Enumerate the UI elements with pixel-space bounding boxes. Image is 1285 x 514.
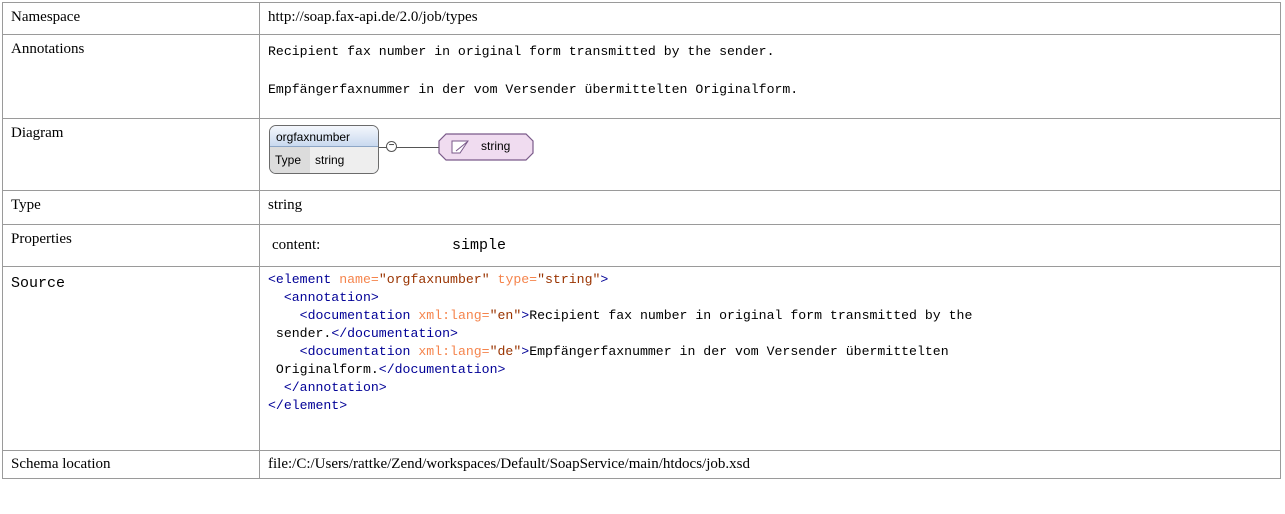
- namespace-value: http://soap.fax-api.de/2.0/job/types: [259, 2, 1281, 35]
- row-diagram: Diagram orgfaxnumber Type string − strin…: [2, 118, 1281, 191]
- schema-location-value: file:/C:/Users/rattke/Zend/workspaces/De…: [259, 450, 1281, 479]
- row-source: Source <element name="orgfaxnumber" type…: [2, 266, 1281, 451]
- row-schema-location: Schema location file:/C:/Users/rattke/Ze…: [2, 450, 1281, 479]
- properties-label: Properties: [2, 224, 260, 267]
- schema-element-doc-table: Namespace http://soap.fax-api.de/2.0/job…: [2, 2, 1281, 479]
- schema-location-label: Schema location: [2, 450, 260, 479]
- properties-key: content:: [272, 237, 321, 253]
- properties-content-value: simple: [452, 237, 507, 254]
- element-box[interactable]: orgfaxnumber Type string: [269, 125, 379, 174]
- properties-value: content: simple: [259, 224, 1281, 267]
- element-type-key: Type: [270, 147, 310, 173]
- row-namespace: Namespace http://soap.fax-api.de/2.0/job…: [2, 2, 1281, 35]
- element-diagram: orgfaxnumber Type string − string: [268, 121, 1280, 177]
- element-type-value: string: [310, 147, 378, 173]
- source-code: <element name="orgfaxnumber" type="strin…: [268, 272, 973, 413]
- type-label: Type: [2, 190, 260, 225]
- namespace-label: Namespace: [2, 2, 260, 35]
- element-name: orgfaxnumber: [270, 126, 378, 147]
- element-type-row: Type string: [270, 147, 378, 173]
- row-annotations: Annotations Recipient fax number in orig…: [2, 34, 1281, 119]
- annotations-label: Annotations: [2, 34, 260, 119]
- row-properties: Properties content: simple: [2, 224, 1281, 267]
- type-value: string: [259, 190, 1281, 225]
- source-label: Source: [2, 266, 260, 451]
- diagram-value: orgfaxnumber Type string − string: [259, 118, 1281, 191]
- annotation-de: Empfängerfaxnummer in der vom Versender …: [268, 82, 799, 97]
- annotation-en: Recipient fax number in original form tr…: [268, 44, 775, 59]
- source-value: <element name="orgfaxnumber" type="strin…: [259, 266, 1281, 451]
- annotations-value: Recipient fax number in original form tr…: [259, 34, 1281, 119]
- simple-type-name: string: [481, 139, 511, 153]
- row-type: Type string: [2, 190, 1281, 225]
- simple-type-box[interactable]: string: [438, 133, 534, 161]
- diagram-label: Diagram: [2, 118, 260, 191]
- collapse-connector-icon[interactable]: −: [386, 141, 397, 152]
